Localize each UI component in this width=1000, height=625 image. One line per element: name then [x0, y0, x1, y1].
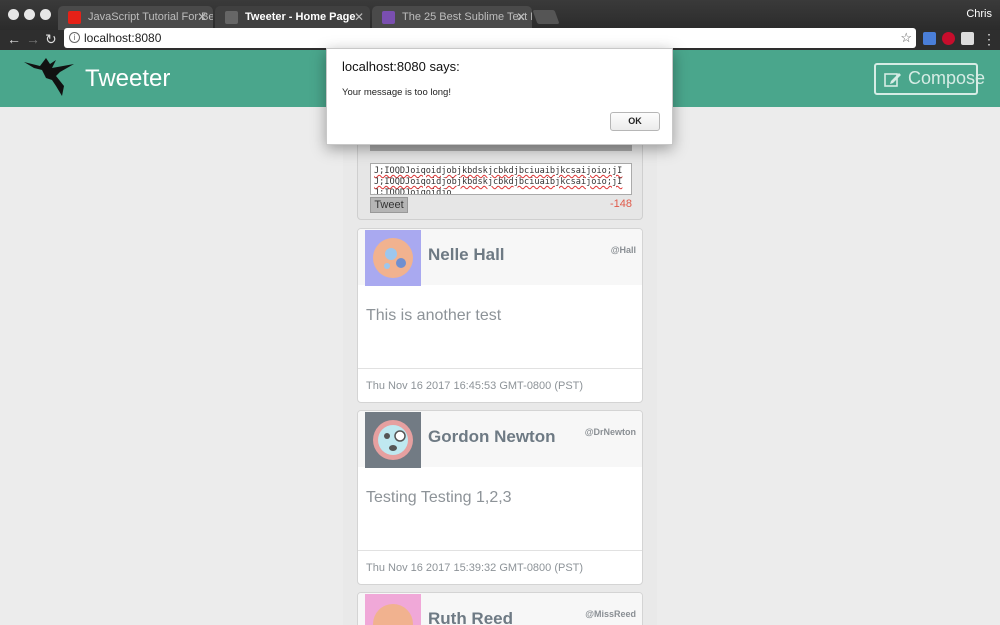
dialog-message: Your message is too long! [342, 87, 451, 98]
close-icon[interactable]: ✕ [354, 6, 364, 28]
close-window-button[interactable] [8, 9, 19, 20]
tab-title: JavaScript Tutorial For Beginn [88, 11, 213, 23]
tab-title: The 25 Best Sublime Text Pac [402, 11, 532, 23]
tweet-header: Gordon Newton @DrNewton [358, 411, 642, 468]
hummingbird-logo-icon [24, 58, 74, 96]
tab-sublime[interactable]: The 25 Best Sublime Text Pac ✕ [372, 6, 532, 30]
back-arrow-icon[interactable]: ← [7, 31, 21, 47]
close-icon[interactable]: ✕ [516, 6, 526, 28]
browser-titlebar: JavaScript Tutorial For Beginn ✕ Tweeter… [0, 0, 1000, 30]
tweet-card: Gordon Newton @DrNewton Testing Testing … [357, 410, 643, 585]
tweet-card: Ruth Reed @MissReed [357, 592, 643, 625]
tab-tweeter[interactable]: Tweeter - Home Page ✕ [215, 6, 370, 30]
edit-icon [884, 73, 901, 87]
tweet-timestamp: Thu Nov 16 2017 15:39:32 GMT-0800 (PST) [358, 550, 642, 584]
tweet-author: Gordon Newton [428, 427, 556, 446]
tweet-card: Nelle Hall @Hall This is another test Th… [357, 228, 643, 403]
minimize-window-button[interactable] [24, 9, 35, 20]
avatar [365, 230, 421, 286]
extension-icon[interactable] [923, 32, 936, 45]
address-bar[interactable]: i localhost:8080 ☆ [64, 28, 916, 48]
page-icon [225, 11, 238, 24]
tab-javascript-tutorial[interactable]: JavaScript Tutorial For Beginn ✕ [58, 6, 213, 30]
tweet-header: Ruth Reed @MissReed [358, 593, 642, 625]
profile-name[interactable]: Chris [966, 8, 992, 20]
tweet-handle: @Hall [610, 245, 636, 255]
reload-icon[interactable]: ↻ [45, 31, 57, 47]
close-icon[interactable]: ✕ [197, 6, 207, 28]
extension-icon[interactable] [961, 32, 974, 45]
alert-dialog: localhost:8080 says: Your message is too… [326, 48, 673, 145]
avatar [365, 594, 421, 625]
site-icon [382, 11, 395, 24]
character-counter: -148 [609, 198, 632, 210]
adblock-icon[interactable] [942, 32, 955, 45]
dialog-title: localhost:8080 says: [342, 59, 460, 74]
tweet-handle: @DrNewton [584, 427, 636, 437]
tweet-timestamp: Thu Nov 16 2017 16:45:53 GMT-0800 (PST) [358, 368, 642, 402]
info-icon[interactable]: i [69, 32, 80, 43]
brand-title[interactable]: Tweeter [85, 65, 170, 93]
tweet-author: Ruth Reed [428, 609, 513, 625]
compose-button[interactable]: Compose [874, 63, 985, 95]
tab-title: Tweeter - Home Page [245, 11, 356, 23]
address-text: localhost:8080 [84, 31, 162, 45]
tweet-content: This is another test [366, 307, 502, 324]
avatar [365, 412, 421, 468]
youtube-icon [68, 11, 81, 24]
tweet-header: Nelle Hall @Hall [358, 229, 642, 286]
zoom-window-button[interactable] [40, 9, 51, 20]
new-tab-button[interactable] [532, 10, 560, 24]
tweet-handle: @MissReed [585, 609, 636, 619]
tweet-button[interactable]: Tweet [370, 197, 408, 213]
tweet-textarea[interactable]: J;IOQDJoiqoidjobjkbdskjcbkdjbciuaibjkcsa… [370, 163, 632, 195]
tweet-author: Nelle Hall [428, 245, 505, 264]
tweet-content: Testing Testing 1,2,3 [366, 489, 512, 506]
forward-arrow-icon[interactable]: → [26, 31, 40, 47]
menu-dots-icon[interactable]: ⋮ [982, 31, 996, 47]
compose-label: Compose [908, 68, 986, 88]
bookmark-star-icon[interactable]: ☆ [900, 28, 912, 48]
ok-button[interactable]: OK [610, 112, 660, 131]
